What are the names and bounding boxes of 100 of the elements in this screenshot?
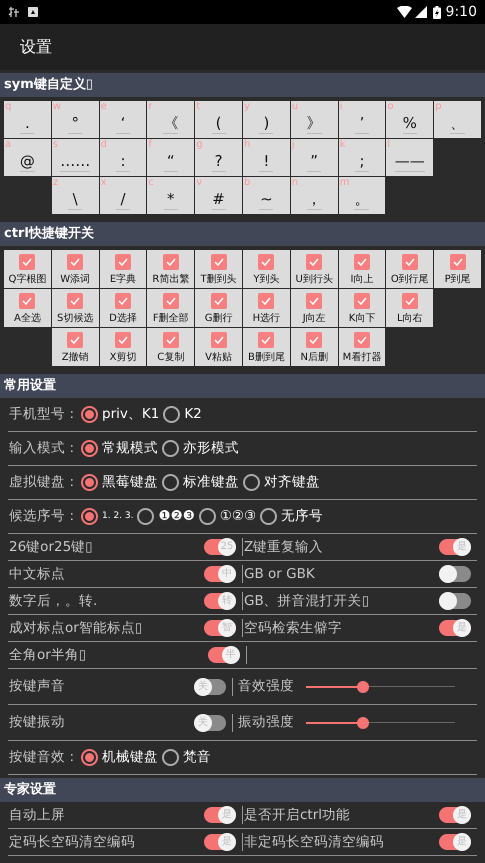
checkbox[interactable] [306, 293, 322, 309]
key-letter: z [52, 177, 58, 188]
checkbox[interactable] [402, 293, 418, 309]
symbol-key[interactable]: n ， [290, 177, 338, 214]
checkbox[interactable] [67, 332, 84, 348]
symbol-key[interactable]: o % [386, 101, 434, 138]
setting-label: 空码检索生僻字 [244, 618, 343, 638]
radio-option[interactable]: 黑莓键盘 [81, 472, 158, 493]
check-icon [452, 258, 463, 266]
radio-option[interactable]: priv、K1 [81, 404, 160, 425]
checkbox[interactable] [306, 332, 322, 348]
symbol-key[interactable]: u 》 [290, 101, 338, 138]
check-icon [309, 258, 320, 266]
check-icon [70, 258, 80, 266]
radio-option[interactable]: 梵音 [162, 747, 211, 768]
check-icon [22, 258, 32, 266]
radio-option[interactable]: 对齐键盘 [243, 472, 320, 493]
checkbox[interactable] [67, 293, 84, 309]
radio-option[interactable]: K2 [163, 404, 202, 425]
symbol-key[interactable]: t ( [195, 101, 242, 138]
symbol-key[interactable]: c * [147, 177, 194, 214]
symbol-key[interactable]: p 、 [434, 101, 481, 138]
checkbox[interactable] [450, 254, 466, 270]
checkbox[interactable] [19, 254, 36, 270]
symbol-key[interactable]: h ! [242, 139, 290, 176]
checkbox[interactable] [354, 293, 370, 309]
symbol-key[interactable]: s …… [52, 139, 99, 176]
check-icon [166, 297, 176, 305]
shortcut-label: U到行头 [296, 274, 333, 286]
symbol-key[interactable]: q . [4, 101, 51, 138]
radio-option[interactable]: 机械键盘 [81, 747, 158, 768]
radio-button[interactable] [162, 749, 179, 766]
slider[interactable] [306, 716, 455, 728]
slider-thumb[interactable] [356, 716, 369, 728]
symbol-key[interactable]: v # [195, 177, 242, 214]
radio-button[interactable] [137, 508, 154, 525]
radio-option[interactable]: 标准键盘 [162, 472, 239, 493]
radio-button[interactable] [198, 508, 216, 525]
checkbox[interactable] [114, 332, 131, 348]
toggle-thumb [439, 565, 457, 583]
checkbox[interactable] [162, 332, 179, 348]
shortcut-label: K向下 [348, 313, 376, 325]
checkbox[interactable] [354, 254, 370, 270]
checkbox[interactable] [258, 293, 274, 309]
radio-button[interactable] [81, 749, 98, 766]
check-icon [404, 258, 415, 266]
checkbox[interactable] [210, 254, 227, 270]
checkbox[interactable] [162, 254, 179, 270]
checkbox[interactable] [67, 254, 84, 270]
checkbox[interactable] [258, 332, 274, 348]
symbol-key[interactable]: d : [100, 139, 146, 176]
setting-label: Z键重复输入 [244, 538, 324, 557]
key-letter: n [292, 177, 298, 188]
checkbox[interactable] [114, 254, 131, 270]
symbol-key[interactable]: e ‘ [100, 101, 146, 138]
radio-option[interactable]: 无序号 [260, 506, 324, 527]
checkbox[interactable] [354, 332, 370, 348]
toggle-switch[interactable] [439, 566, 471, 582]
symbol-key[interactable]: a @ [4, 139, 51, 176]
radio-option[interactable]: 1. 2. 3. [81, 508, 134, 525]
symbol-key[interactable]: w ° [52, 101, 99, 138]
checkbox[interactable] [402, 254, 418, 270]
slider-thumb[interactable] [356, 680, 369, 692]
radio-button[interactable] [162, 474, 179, 491]
symbol-key[interactable]: m 。 [338, 177, 386, 214]
symbol-key[interactable]: b ~ [242, 177, 290, 214]
radio-button[interactable] [81, 474, 98, 491]
checkbox[interactable] [306, 254, 322, 270]
radio-option[interactable]: ❶❷❸ [137, 506, 195, 527]
setting-label: 是否开启ctrl功能 [244, 806, 352, 825]
symbol-key[interactable]: y ) [242, 101, 290, 138]
symbol-key[interactable]: z \ [52, 177, 99, 214]
setting-label: 全角or半角▯ [9, 646, 88, 665]
symbol-key[interactable]: r 《 [147, 101, 194, 138]
symbol-key[interactable]: g ? [195, 139, 242, 176]
slider[interactable] [306, 680, 455, 692]
checkbox[interactable] [19, 293, 36, 309]
radio-button[interactable] [260, 508, 278, 525]
checkbox[interactable] [114, 293, 131, 309]
checkbox[interactable] [162, 293, 179, 309]
check-icon [70, 297, 80, 305]
symbol-key[interactable]: j ” [290, 139, 338, 176]
checkbox[interactable] [210, 332, 227, 348]
radio-button[interactable] [162, 440, 179, 457]
symbol-key[interactable]: f “ [147, 139, 194, 176]
radio-button[interactable] [243, 474, 260, 491]
symbol-key[interactable]: l —— [386, 139, 434, 176]
radio-option[interactable]: 常规模式 [81, 438, 158, 459]
radio-button[interactable] [81, 440, 98, 457]
radio-button[interactable] [81, 406, 98, 423]
radio-option[interactable]: ①②③ [198, 506, 256, 527]
symbol-key[interactable]: i ’ [338, 101, 386, 138]
radio-button[interactable] [81, 508, 98, 525]
symbol-key[interactable]: k ; [338, 139, 386, 176]
toggle-switch[interactable] [439, 593, 471, 609]
radio-button[interactable] [163, 406, 180, 423]
checkbox[interactable] [258, 254, 274, 270]
checkbox[interactable] [210, 293, 227, 309]
radio-option[interactable]: 亦形模式 [162, 438, 239, 459]
symbol-key[interactable]: x / [100, 177, 146, 214]
